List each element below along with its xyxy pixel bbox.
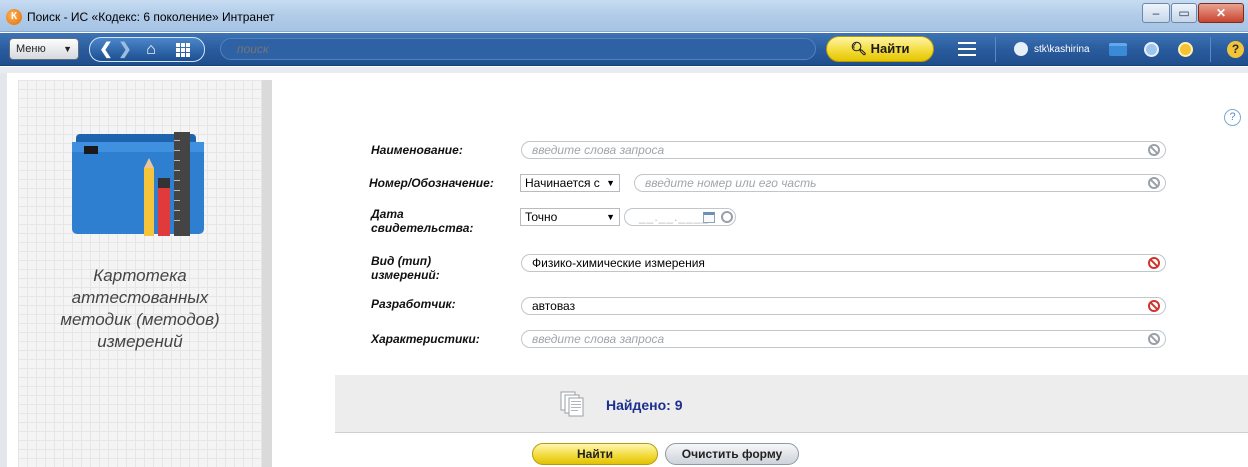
- name-field[interactable]: введите слова запроса: [521, 141, 1166, 159]
- kind-label: Вид (тип) измерений:: [371, 254, 440, 282]
- characteristics-field[interactable]: введите слова запроса: [521, 330, 1166, 348]
- minimize-button[interactable]: –: [1142, 3, 1170, 23]
- page-help-icon[interactable]: ?: [1224, 109, 1241, 126]
- hamburger-menu-icon[interactable]: [958, 42, 976, 56]
- search-input[interactable]: [220, 38, 816, 60]
- date-field[interactable]: __.__.____: [624, 208, 736, 226]
- developer-field[interactable]: автоваз: [521, 297, 1166, 315]
- catalog-title-line: аттестованных: [71, 288, 209, 307]
- user-name[interactable]: stk\kashirina: [1034, 44, 1090, 55]
- clear-icon[interactable]: [1148, 257, 1160, 269]
- app-icon: К: [6, 9, 22, 25]
- catalog-title-line: измерений: [97, 332, 183, 351]
- folder-ruler-pencil-icon: [72, 132, 204, 236]
- back-icon[interactable]: ❮: [98, 40, 114, 60]
- forward-icon[interactable]: ❯: [118, 40, 132, 60]
- chevron-down-icon: ▼: [63, 44, 72, 54]
- home-icon[interactable]: ⌂: [140, 40, 162, 60]
- date-mask: __.__.____: [639, 210, 710, 224]
- toolbar-divider: [1210, 37, 1211, 62]
- window-title-bar: К Поиск - ИС «Кодекс: 6 поколение» Интра…: [0, 0, 1248, 32]
- window-title: Поиск - ИС «Кодекс: 6 поколение» Интране…: [27, 10, 275, 24]
- navigation-group: ❮ ❯ ⌂: [89, 37, 205, 62]
- calendar-icon[interactable]: [703, 212, 715, 223]
- maximize-button[interactable]: ▭: [1171, 3, 1197, 23]
- characteristics-field-placeholder: введите слова запроса: [532, 332, 665, 346]
- stopwatch-icon[interactable]: [1178, 42, 1193, 57]
- history-clock-icon[interactable]: [1144, 42, 1159, 57]
- number-field[interactable]: введите номер или его часть: [634, 174, 1166, 192]
- clear-icon[interactable]: [1148, 300, 1160, 312]
- number-mode-value: Начинается с: [525, 176, 600, 190]
- user-icon[interactable]: [1014, 42, 1028, 56]
- date-label-line: Дата: [371, 207, 404, 221]
- toolbar-find-label: Найти: [870, 41, 910, 56]
- catalog-title-line: методик (методов): [60, 310, 220, 329]
- find-button[interactable]: Найти: [532, 443, 658, 465]
- date-mode-value: Точно: [525, 210, 558, 224]
- clear-icon[interactable]: [1148, 333, 1160, 345]
- kind-field[interactable]: Физико-химические измерения: [521, 254, 1166, 272]
- help-icon[interactable]: ?: [1227, 41, 1244, 58]
- name-label: Наименование:: [371, 143, 463, 157]
- catalog-side-panel: Картотека аттестованных методик (методов…: [18, 80, 272, 467]
- name-field-placeholder: введите слова запроса: [532, 143, 665, 157]
- clear-icon[interactable]: [1148, 177, 1160, 189]
- chevron-down-icon: ▼: [606, 212, 615, 222]
- number-mode-select[interactable]: Начинается с ▼: [520, 174, 620, 192]
- close-button[interactable]: ✕: [1198, 3, 1244, 23]
- number-label: Номер/Обозначение:: [369, 176, 494, 190]
- developer-label: Разработчик:: [371, 297, 456, 311]
- apps-grid-icon[interactable]: [172, 40, 194, 60]
- kind-label-line: Вид (тип): [371, 254, 432, 268]
- date-label: Дата свидетельства:: [371, 207, 473, 235]
- toolbar-divider: [995, 37, 996, 62]
- catalog-title: Картотека аттестованных методик (методов…: [18, 265, 262, 353]
- developer-field-value: автоваз: [532, 299, 576, 313]
- characteristics-label: Характеристики:: [371, 332, 480, 346]
- page-left-edge: [0, 73, 7, 467]
- clear-icon[interactable]: [1148, 144, 1160, 156]
- folder-icon[interactable]: [1109, 43, 1127, 56]
- kind-field-value: Физико-химические измерения: [532, 256, 705, 270]
- kind-label-line: измерений:: [371, 268, 440, 282]
- documents-icon: [560, 391, 584, 417]
- main-toolbar: Меню ▼ ❮ ❯ ⌂ 🔍︎ Найти stk\kashirina ?: [0, 33, 1248, 66]
- menu-button[interactable]: Меню ▼: [9, 38, 79, 60]
- clear-icon[interactable]: [721, 211, 733, 223]
- clear-form-button[interactable]: Очистить форму: [665, 443, 799, 465]
- date-label-line: свидетельства:: [371, 221, 474, 235]
- number-field-placeholder: введите номер или его часть: [645, 176, 817, 190]
- magnifier-icon: 🔍︎: [850, 41, 867, 56]
- catalog-title-line: Картотека: [93, 266, 187, 285]
- results-band: [335, 375, 1248, 433]
- chevron-down-icon: ▼: [606, 178, 615, 188]
- toolbar-shadow: [0, 67, 1248, 73]
- date-mode-select[interactable]: Точно ▼: [520, 208, 620, 226]
- toolbar-find-button[interactable]: 🔍︎ Найти: [826, 36, 934, 62]
- menu-button-label: Меню: [16, 43, 46, 55]
- results-count[interactable]: Найдено: 9: [606, 397, 683, 413]
